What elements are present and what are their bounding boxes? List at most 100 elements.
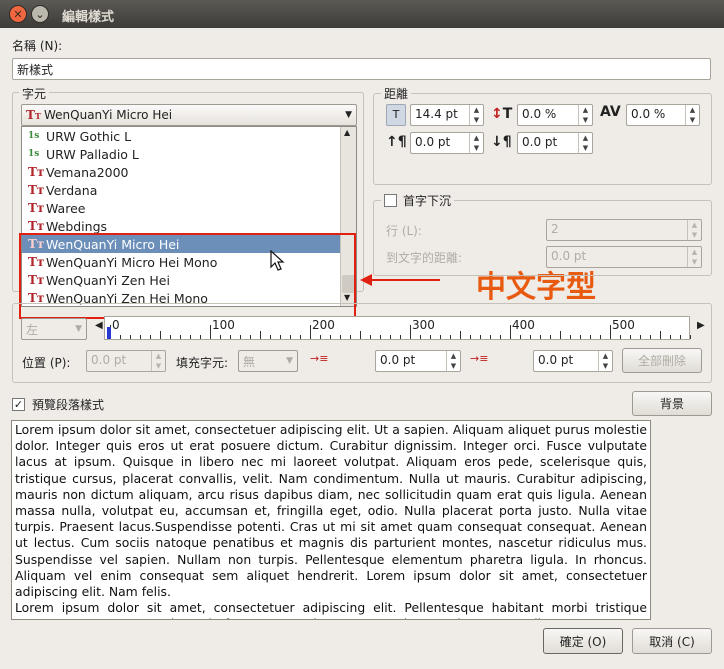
ruler-tick [440, 335, 441, 339]
font-list-item[interactable]: 1s URW Palladio L [22, 145, 340, 163]
ruler-tick [530, 335, 531, 339]
ruler-left-arrow-icon[interactable]: ◀ [95, 320, 103, 331]
type1-font-icon: 1s [28, 149, 40, 159]
kerning-icon: AV [600, 104, 621, 120]
ruler-tick [650, 335, 651, 339]
ruler-tick [210, 325, 211, 339]
ruler-tick [120, 335, 121, 339]
ruler-tick [240, 335, 241, 339]
dropcap-distance-label: 到文字的距離: [386, 251, 463, 265]
left-indent-spin[interactable]: 0.0 pt ▲ ▼ [533, 350, 613, 372]
font-combo-value: WenQuanYi Micro Hei [44, 108, 173, 122]
truetype-icon: Tт [28, 183, 45, 197]
ruler-tick [430, 335, 431, 339]
ruler-tick [560, 331, 561, 339]
font-list-item[interactable]: 1s URW Gothic L [22, 127, 340, 145]
ruler-tick [310, 325, 311, 339]
window-title: 編輯樣式 [62, 10, 115, 25]
ruler-tick [330, 335, 331, 339]
space-above-spin[interactable]: 0.0 pt ▲ ▼ [410, 132, 484, 154]
ruler-tick [420, 335, 421, 339]
ruler-tick [170, 335, 171, 339]
tab-align-combo[interactable]: 左 ▼ [21, 318, 87, 340]
truetype-icon: Tт [28, 165, 45, 179]
ruler-tick [580, 335, 581, 339]
minimize-icon[interactable]: ⌄ [31, 5, 49, 23]
ruler-tick [200, 335, 201, 339]
space-below-spin[interactable]: 0.0 pt ▲ ▼ [517, 132, 593, 154]
ruler-tick [690, 335, 691, 339]
ruler-indent-marker[interactable] [107, 327, 111, 339]
delete-all-button[interactable]: 全部刪除 [622, 348, 702, 373]
ruler-tick [220, 335, 221, 339]
dropcap-lines-spin[interactable]: 2 ▲ ▼ [546, 219, 702, 241]
scroll-up-icon[interactable]: ▲ [344, 128, 350, 137]
dropcap-checkbox[interactable] [384, 194, 397, 207]
ruler-tick [470, 335, 471, 339]
ruler-tick [230, 335, 231, 339]
ruler-tick [500, 335, 501, 339]
name-label: 名稱 (N): [12, 39, 63, 53]
ruler-tick [510, 325, 511, 339]
ruler-tick [480, 335, 481, 339]
ruler-tick [630, 335, 631, 339]
ruler-tick [400, 335, 401, 339]
fill-char-combo[interactable]: 無 ▼ [238, 350, 298, 372]
ruler-tick [320, 335, 321, 339]
ruler-tick [250, 335, 251, 339]
ruler-tick [160, 331, 161, 339]
scale-height-icon: ↕T [491, 106, 513, 122]
ruler-label: 100 [212, 318, 235, 332]
ruler-tick [490, 335, 491, 339]
truetype-icon: Tт [28, 219, 45, 233]
font-size-spin[interactable]: 14.4 pt ▲ ▼ [410, 104, 484, 126]
ruler-tick [180, 335, 181, 339]
chevron-down-icon: ▼ [286, 356, 293, 366]
ruler-label: 200 [312, 318, 335, 332]
tab-position-spin[interactable]: 0.0 pt ▲ ▼ [86, 350, 166, 372]
ruler-tick [680, 335, 681, 339]
ruler-tick [540, 335, 541, 339]
ruler-tick [300, 335, 301, 339]
ruler-tick [670, 335, 671, 339]
type1-font-icon: 1s [28, 131, 40, 141]
first-indent-icon: →≡ [310, 352, 329, 365]
font-list-item[interactable]: Tт Vemana2000 [22, 163, 340, 181]
ruler-label: 0 [112, 318, 120, 332]
space-above-icon: ↑¶ [386, 134, 407, 150]
cancel-button[interactable]: 取消 (C) [632, 628, 712, 654]
kerning-spin[interactable]: 0.0 % ▲ ▼ [626, 104, 700, 126]
preview-toggle[interactable]: ✓ 預覽段落樣式 [12, 396, 104, 413]
dropcap-distance-spin[interactable]: 0.0 pt ▲ ▼ [546, 246, 702, 268]
font-list-item-label: URW Gothic L [46, 128, 132, 144]
ruler-right-arrow-icon[interactable]: ▶ [697, 320, 705, 331]
ruler-tick [610, 325, 611, 339]
tab-ruler[interactable]: 0 100 200 300 400 500 [104, 316, 691, 340]
close-icon[interactable]: ✕ [9, 5, 27, 23]
font-combo[interactable]: TT WenQuanYi Micro Hei ▼ [21, 104, 357, 126]
ruler-tick [280, 335, 281, 339]
font-list-item[interactable]: Tт Verdana [22, 181, 340, 199]
chevron-down-icon: ▼ [345, 110, 352, 120]
truetype-icon: Tт [28, 201, 45, 215]
ruler-tick [460, 331, 461, 339]
font-list-item[interactable]: Tт Waree [22, 199, 340, 217]
background-button[interactable]: 背景 [632, 391, 712, 416]
ruler-tick [570, 335, 571, 339]
scale-spin[interactable]: 0.0 % ▲ ▼ [517, 104, 593, 126]
preview-checkbox[interactable]: ✓ [12, 398, 25, 411]
ruler-tick [590, 335, 591, 339]
ruler-tick [390, 335, 391, 339]
ruler-tick [350, 335, 351, 339]
ruler-tick [190, 335, 191, 339]
ok-button[interactable]: 確定 (O) [543, 628, 623, 654]
tab-position-label: 位置 (P): [22, 356, 71, 370]
ruler-label: 300 [412, 318, 435, 332]
ruler-tick [550, 335, 551, 339]
ruler-tick [260, 331, 261, 339]
name-input[interactable]: 新樣式 [12, 58, 711, 80]
first-indent-spin[interactable]: 0.0 pt ▲ ▼ [375, 350, 461, 372]
ruler-tick [340, 335, 341, 339]
ruler-tick [150, 335, 151, 339]
ruler-tick [140, 335, 141, 339]
